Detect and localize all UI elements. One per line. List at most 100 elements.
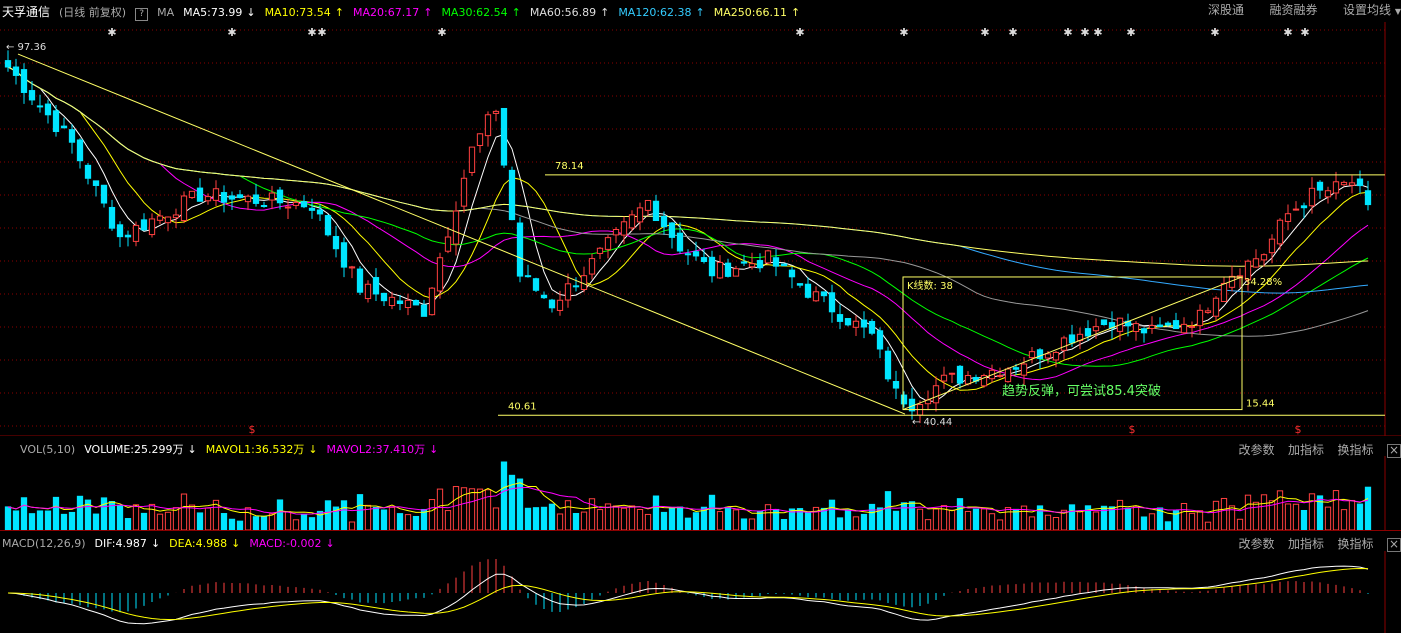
volume-bar bbox=[52, 496, 60, 531]
candle bbox=[4, 60, 12, 68]
volume-bar bbox=[236, 520, 244, 531]
volume-bar bbox=[100, 497, 108, 531]
price-chart[interactable]: ✱ ✱ ✱ ✱ ✱ ✱ ✱ ✱ ✱ ✱ ✱ ✱ ✱ ✱ ✱ ✱78.1440.61← 97.36← 40.44… bbox=[0, 0, 1401, 436]
candle bbox=[940, 374, 948, 382]
event-marker-icon: ✱ bbox=[980, 26, 989, 39]
candle bbox=[316, 209, 324, 215]
volume-bar bbox=[1004, 507, 1012, 531]
candle bbox=[540, 294, 548, 299]
volume-bar bbox=[20, 497, 28, 531]
ma-line-ma5 bbox=[7, 66, 1369, 403]
candle bbox=[292, 201, 300, 206]
candle bbox=[1052, 351, 1060, 361]
candle bbox=[996, 375, 1004, 378]
volume-bar bbox=[1292, 503, 1300, 531]
candle bbox=[652, 200, 660, 222]
vol-trend-icon: ↓ bbox=[308, 443, 318, 456]
volume-bar bbox=[676, 506, 684, 531]
volume-bar bbox=[404, 514, 412, 531]
macd-close-icon[interactable]: × bbox=[1387, 538, 1401, 552]
low-price-label: ← 40.44 bbox=[912, 417, 952, 428]
macd-label[interactable]: MACD(12,26,9) bbox=[2, 537, 86, 550]
candle bbox=[324, 215, 332, 236]
volume-bar bbox=[380, 509, 388, 531]
candle bbox=[1188, 325, 1196, 328]
volume-bar bbox=[1044, 514, 1052, 531]
candle bbox=[172, 214, 180, 219]
candle bbox=[508, 169, 516, 221]
volume-bar bbox=[932, 508, 940, 531]
volume-bar bbox=[92, 513, 100, 531]
candle bbox=[268, 192, 276, 201]
candle bbox=[948, 372, 956, 375]
vol-add-indicator-button[interactable]: 加指标 bbox=[1288, 443, 1324, 457]
event-marker-icon: ✱ bbox=[107, 26, 116, 39]
candle bbox=[516, 222, 524, 277]
candle bbox=[124, 234, 132, 238]
volume-bar bbox=[188, 504, 196, 531]
volume-bar bbox=[1052, 516, 1060, 531]
macd-edit-params-button[interactable]: 改参数 bbox=[1238, 537, 1274, 551]
candle bbox=[60, 125, 68, 129]
macd-add-indicator-button[interactable]: 加指标 bbox=[1288, 537, 1324, 551]
volume-bar bbox=[140, 512, 148, 531]
volume-bar bbox=[348, 521, 356, 531]
volume-bar bbox=[588, 498, 596, 531]
candle bbox=[204, 196, 212, 202]
candle bbox=[1220, 282, 1228, 302]
level-low-label: 40.61 bbox=[508, 401, 537, 412]
candle bbox=[1028, 351, 1036, 359]
volume-bar bbox=[1356, 503, 1364, 531]
ma-line-ma30 bbox=[7, 66, 1369, 367]
candle bbox=[1252, 258, 1260, 268]
volume-bar bbox=[620, 507, 628, 531]
candle bbox=[1148, 325, 1156, 329]
candle bbox=[500, 107, 508, 166]
candle bbox=[236, 194, 244, 199]
candle bbox=[460, 177, 468, 207]
volume-bar bbox=[1252, 501, 1260, 531]
candle bbox=[396, 300, 404, 305]
candle bbox=[428, 287, 436, 316]
volume-bar bbox=[132, 504, 140, 531]
candle bbox=[260, 205, 268, 208]
candle bbox=[12, 66, 20, 76]
candle bbox=[676, 232, 684, 252]
volume-bar bbox=[228, 518, 236, 531]
volume-bar bbox=[396, 513, 404, 531]
candle bbox=[692, 251, 700, 257]
candle bbox=[1132, 323, 1140, 333]
volume-bar bbox=[500, 461, 508, 531]
volume-chart[interactable] bbox=[0, 456, 1401, 531]
volume-bar bbox=[1164, 521, 1172, 531]
candle bbox=[628, 214, 636, 229]
candle bbox=[1332, 181, 1340, 194]
vol-label[interactable]: VOL(5,10) bbox=[20, 443, 75, 456]
volume-bar bbox=[1220, 497, 1228, 531]
volume-bar bbox=[308, 517, 316, 531]
candle bbox=[564, 283, 572, 301]
macd-switch-indicator-button[interactable]: 换指标 bbox=[1337, 537, 1373, 551]
candle bbox=[148, 218, 156, 236]
candle bbox=[1284, 213, 1292, 222]
event-marker-icon: ✱ bbox=[227, 26, 236, 39]
candle bbox=[100, 184, 108, 204]
candle bbox=[1212, 297, 1220, 317]
volume-bar bbox=[116, 504, 124, 531]
signal-marker-icon: $ bbox=[1129, 423, 1136, 436]
macd-chart[interactable] bbox=[0, 551, 1401, 633]
volume-bar bbox=[204, 507, 212, 531]
volume-bar bbox=[444, 510, 452, 531]
volume-bar bbox=[756, 510, 764, 531]
candle bbox=[644, 199, 652, 211]
volume-bar bbox=[516, 478, 524, 531]
vol-edit-params-button[interactable]: 改参数 bbox=[1238, 443, 1274, 457]
candle bbox=[1260, 254, 1268, 261]
vol-trend-icon: ↓ bbox=[429, 443, 439, 456]
volume-bar bbox=[468, 488, 476, 531]
event-marker-icon: ✱ bbox=[1283, 26, 1292, 39]
candle bbox=[1172, 320, 1180, 330]
candle bbox=[380, 292, 388, 302]
candle bbox=[484, 114, 492, 137]
vol-switch-indicator-button[interactable]: 换指标 bbox=[1337, 443, 1373, 457]
